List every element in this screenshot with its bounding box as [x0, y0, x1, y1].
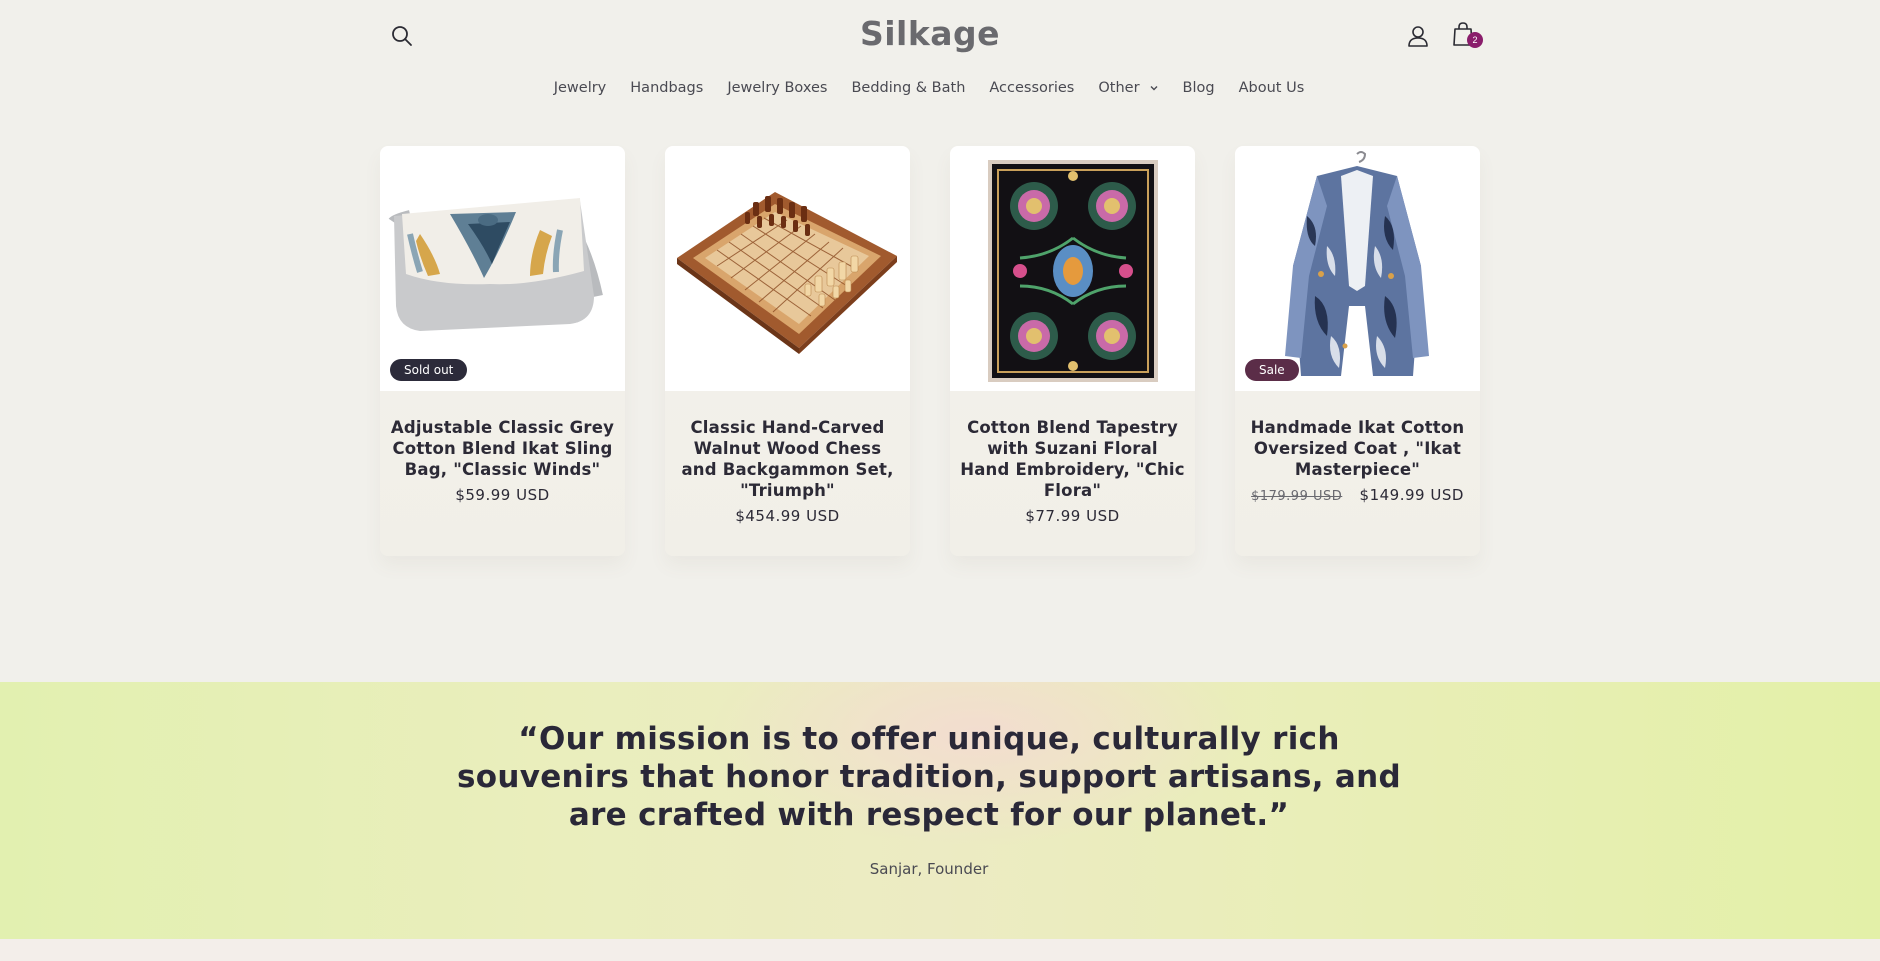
product-title[interactable]: Adjustable Classic Grey Cotton Blend Ika…: [390, 417, 615, 480]
product-price: $77.99 USD: [960, 507, 1185, 525]
product-info: Handmade Ikat Cotton Oversized Coat , "I…: [1235, 391, 1480, 504]
product-title[interactable]: Cotton Blend Tapestry with Suzani Floral…: [960, 417, 1185, 501]
nav-item-jewelry-boxes[interactable]: Jewelry Boxes: [715, 80, 839, 96]
product-price: $59.99 USD: [390, 486, 615, 504]
nav-item-label: Jewelry: [553, 80, 607, 96]
product-price: $179.99 USD $149.99 USD: [1245, 486, 1470, 504]
product-title[interactable]: Classic Hand-Carved Walnut Wood Chess an…: [675, 417, 900, 501]
account-button[interactable]: [1402, 20, 1434, 52]
price-current: $454.99 USD: [735, 507, 840, 525]
nav-item-label: Blog: [1182, 80, 1215, 96]
price-original: $179.99 USD: [1251, 489, 1343, 504]
site-logo[interactable]: Silkage: [0, 14, 1860, 53]
nav-item-label: Handbags: [630, 80, 704, 96]
tapestry-image: [988, 160, 1158, 382]
quote-line: souvenirs that honor tradition, support …: [456, 759, 1402, 795]
nav-item-accessories[interactable]: Accessories: [977, 80, 1086, 96]
quote-line: are crafted with respect for our planet.…: [568, 797, 1290, 833]
nav-item-jewelry[interactable]: Jewelry: [542, 80, 619, 96]
product-card[interactable]: Sale Handmade Ikat Cotton Oversized Coat…: [1235, 146, 1480, 556]
ikat-coat-image: [1285, 151, 1429, 376]
nav-item-label: Other: [1098, 80, 1140, 96]
product-card[interactable]: Classic Hand-Carved Walnut Wood Chess an…: [665, 146, 910, 556]
product-grid: Sold out Adjustable Classic Grey Cotton …: [380, 146, 1480, 556]
nav-item-label: Bedding & Bath: [851, 80, 966, 96]
cart-button[interactable]: 2: [1447, 18, 1483, 50]
sale-badge: Sale: [1245, 359, 1299, 381]
mission-quote: “Our mission is to offer unique, cultura…: [0, 720, 1858, 834]
product-info: Adjustable Classic Grey Cotton Blend Ika…: [380, 391, 625, 504]
nav-item-label: Jewelry Boxes: [727, 80, 828, 96]
chevron-down-icon: [1150, 86, 1158, 91]
product-price: $454.99 USD: [675, 507, 900, 525]
quote-author: Sanjar, Founder: [869, 860, 989, 878]
nav-item-other[interactable]: Other: [1086, 80, 1170, 96]
mission-section: “Our mission is to offer unique, cultura…: [0, 682, 1880, 939]
product-image[interactable]: Sale: [1235, 146, 1480, 391]
site-header: Silkage 2 Jewelry Handbags Jewelry Boxes…: [0, 0, 1880, 140]
product-image[interactable]: Sold out: [380, 146, 625, 391]
user-icon: [1408, 26, 1428, 47]
product-image[interactable]: [950, 146, 1195, 391]
sling-bag-image: [388, 198, 603, 331]
nav-item-label: Accessories: [989, 80, 1075, 96]
nav-item-blog[interactable]: Blog: [1171, 80, 1227, 96]
price-current: $149.99 USD: [1359, 486, 1464, 504]
price-current: $59.99 USD: [455, 486, 550, 504]
nav-item-handbags[interactable]: Handbags: [618, 80, 715, 96]
nav-item-label: About Us: [1238, 80, 1305, 96]
product-title[interactable]: Handmade Ikat Cotton Oversized Coat , "I…: [1245, 417, 1470, 480]
chess-set-image: [677, 192, 897, 354]
price-current: $77.99 USD: [1025, 507, 1120, 525]
bottom-divider: [0, 939, 1880, 961]
product-card[interactable]: Cotton Blend Tapestry with Suzani Floral…: [950, 146, 1195, 556]
cart-count-badge: 2: [1467, 32, 1483, 48]
main-nav: Jewelry Handbags Jewelry Boxes Bedding &…: [0, 80, 1858, 96]
sold-out-badge: Sold out: [390, 359, 468, 381]
product-info: Classic Hand-Carved Walnut Wood Chess an…: [665, 391, 910, 525]
product-info: Cotton Blend Tapestry with Suzani Floral…: [950, 391, 1195, 525]
quote-line: “Our mission is to offer unique, cultura…: [518, 721, 1340, 757]
product-card[interactable]: Sold out Adjustable Classic Grey Cotton …: [380, 146, 625, 556]
nav-item-bedding-bath[interactable]: Bedding & Bath: [839, 80, 977, 96]
nav-item-about-us[interactable]: About Us: [1227, 80, 1317, 96]
product-image[interactable]: [665, 146, 910, 391]
